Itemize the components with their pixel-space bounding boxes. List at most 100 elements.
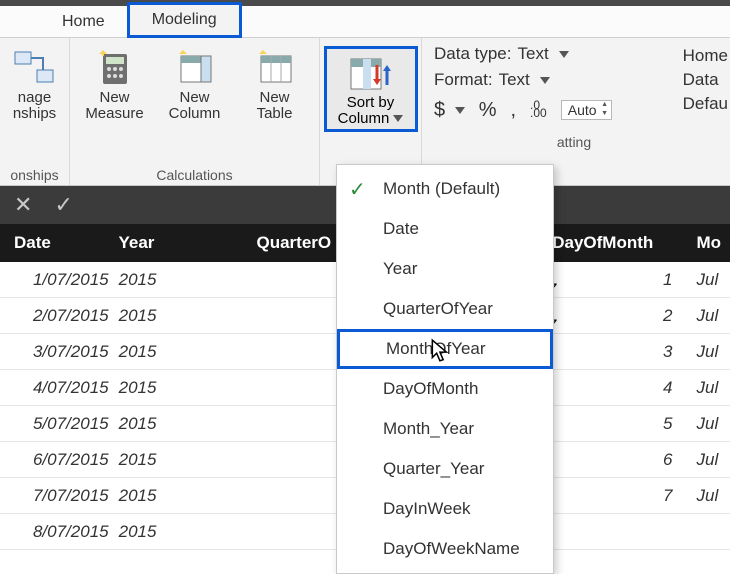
- col-header-dayofmonth[interactable]: DayOfMonth: [552, 233, 690, 253]
- cell-date: 5/07/2015: [0, 414, 119, 434]
- cell-date: 6/07/2015: [0, 450, 119, 470]
- prop-line-3: Defau: [683, 94, 728, 114]
- menu-item-label: QuarterOfYear: [383, 299, 493, 319]
- group-label-relationships: onships: [10, 163, 58, 183]
- cell-year: 2015: [119, 522, 257, 542]
- menu-item-label: Year: [383, 259, 417, 279]
- cell-dayofmonth: 1: [552, 270, 690, 290]
- cell-month: Jul: [690, 378, 730, 398]
- cell-date: 1/07/2015: [0, 270, 119, 290]
- group-properties-partial: Home Data Defau: [683, 46, 730, 114]
- new-table-button[interactable]: New Table: [240, 48, 310, 122]
- prop-line-2: Data: [683, 70, 728, 90]
- group-label-calculations: Calculations: [156, 163, 232, 183]
- new-column-label: New Column: [169, 90, 221, 122]
- cell-dayofmonth: 7: [552, 486, 690, 506]
- menu-item-dayofmonth[interactable]: DayOfMonth: [337, 369, 553, 409]
- cell-month: Jul: [690, 306, 730, 326]
- relationships-icon: [13, 48, 57, 88]
- format-row[interactable]: Format: Text: [434, 70, 714, 90]
- col-header-month[interactable]: Mo: [690, 233, 730, 253]
- thousands-button[interactable]: ,: [510, 99, 516, 122]
- ribbon-tabs: Home Modeling: [0, 6, 730, 38]
- cell-month: Jul: [690, 342, 730, 362]
- tab-modeling[interactable]: Modeling: [127, 2, 242, 38]
- group-calculations: New Measure New Column New Table Calcula…: [70, 38, 320, 185]
- new-table-icon: [253, 48, 297, 88]
- group-formatting: Data type: Text Format: Text $ % , .0.00…: [422, 38, 722, 185]
- currency-button[interactable]: $: [434, 99, 465, 122]
- new-measure-button[interactable]: New Measure: [80, 48, 150, 122]
- new-table-label: New Table: [257, 90, 293, 122]
- menu-item-dayofweekname[interactable]: DayOfWeekName: [337, 529, 553, 569]
- tab-home[interactable]: Home: [40, 7, 127, 37]
- cell-year: 2015: [119, 270, 257, 290]
- chevron-down-icon: [455, 107, 465, 114]
- cell-date: 8/07/2015: [0, 522, 119, 542]
- menu-item-quarter-year[interactable]: Quarter_Year: [337, 449, 553, 489]
- manage-relationships-label: nage nships: [13, 90, 56, 122]
- cell-date: 4/07/2015: [0, 378, 119, 398]
- menu-item-date[interactable]: Date: [337, 209, 553, 249]
- mouse-cursor-icon: [430, 338, 452, 369]
- cell-month: Jul: [690, 414, 730, 434]
- cell-month: Jul: [690, 486, 730, 506]
- cell-dayofmonth: 3: [552, 342, 690, 362]
- menu-item-label: DayOfWeekName: [383, 539, 520, 559]
- check-icon: ✓: [349, 177, 366, 202]
- sort-by-column-button[interactable]: Sort by Column: [324, 46, 418, 132]
- menu-item-month-year[interactable]: Month_Year: [337, 409, 553, 449]
- cell-month: Jul: [690, 450, 730, 470]
- prop-line-1: Home: [683, 46, 728, 66]
- cell-dayofmonth: 5: [552, 414, 690, 434]
- group-relationships: nage nships onships: [0, 38, 70, 185]
- menu-item-label: DayOfMonth: [383, 379, 478, 399]
- group-label-formatting: atting: [434, 130, 714, 150]
- cancel-icon[interactable]: ✕: [14, 192, 32, 218]
- menu-item-label: Date: [383, 219, 419, 239]
- cell-dayofmonth: 4: [552, 378, 690, 398]
- new-measure-label: New Measure: [85, 90, 143, 122]
- cell-year: 2015: [119, 342, 257, 362]
- data-type-row[interactable]: Data type: Text: [434, 44, 714, 64]
- cell-year: 2015: [119, 306, 257, 326]
- decimal-places-input[interactable]: Auto ▲▼: [561, 100, 612, 120]
- menu-item-label: DayInWeek: [383, 499, 471, 519]
- menu-item-label: Quarter_Year: [383, 459, 484, 479]
- menu-item-year[interactable]: Year: [337, 249, 553, 289]
- menu-item-label: Month (Default): [383, 179, 500, 199]
- cell-date: 3/07/2015: [0, 342, 119, 362]
- calculator-icon: [93, 48, 137, 88]
- cell-year: 2015: [119, 414, 257, 434]
- cell-date: 2/07/2015: [0, 306, 119, 326]
- cell-dayofmonth: 2: [552, 306, 690, 326]
- percent-button[interactable]: %: [479, 99, 497, 122]
- cell-year: 2015: [119, 450, 257, 470]
- menu-item-dayinweek[interactable]: DayInWeek: [337, 489, 553, 529]
- new-column-button[interactable]: New Column: [160, 48, 230, 122]
- chevron-down-icon: [540, 77, 550, 84]
- sort-by-column-label: Sort by Column: [329, 95, 413, 127]
- number-format-buttons: $ % , .0.00 Auto ▲▼: [434, 96, 714, 124]
- cell-year: 2015: [119, 486, 257, 506]
- decimal-icon[interactable]: .0.00: [530, 98, 547, 126]
- group-sort: Sort by Column: [320, 38, 422, 185]
- new-column-icon: [173, 48, 217, 88]
- chevron-down-icon: [393, 115, 403, 122]
- format-value: Text: [499, 70, 530, 90]
- menu-item-month-default-[interactable]: ✓ Month (Default): [337, 169, 553, 209]
- col-header-year[interactable]: Year: [118, 233, 256, 253]
- sort-icon: [347, 53, 395, 95]
- menu-item-quarterofyear[interactable]: QuarterOfYear: [337, 289, 553, 329]
- spinner-icon[interactable]: ▲▼: [600, 101, 610, 119]
- cell-date: 7/07/2015: [0, 486, 119, 506]
- sort-by-column-menu: ✓ Month (Default) Date Year QuarterOfYear Mon…: [336, 164, 554, 574]
- col-header-date[interactable]: Date: [0, 233, 118, 253]
- format-label: Format:: [434, 70, 493, 90]
- data-type-value: Text: [518, 44, 549, 64]
- manage-relationships-button[interactable]: nage nships: [5, 48, 65, 122]
- cell-dayofmonth: 6: [552, 450, 690, 470]
- cell-month: Jul: [690, 270, 730, 290]
- commit-icon[interactable]: ✓: [54, 192, 72, 218]
- cell-year: 2015: [119, 378, 257, 398]
